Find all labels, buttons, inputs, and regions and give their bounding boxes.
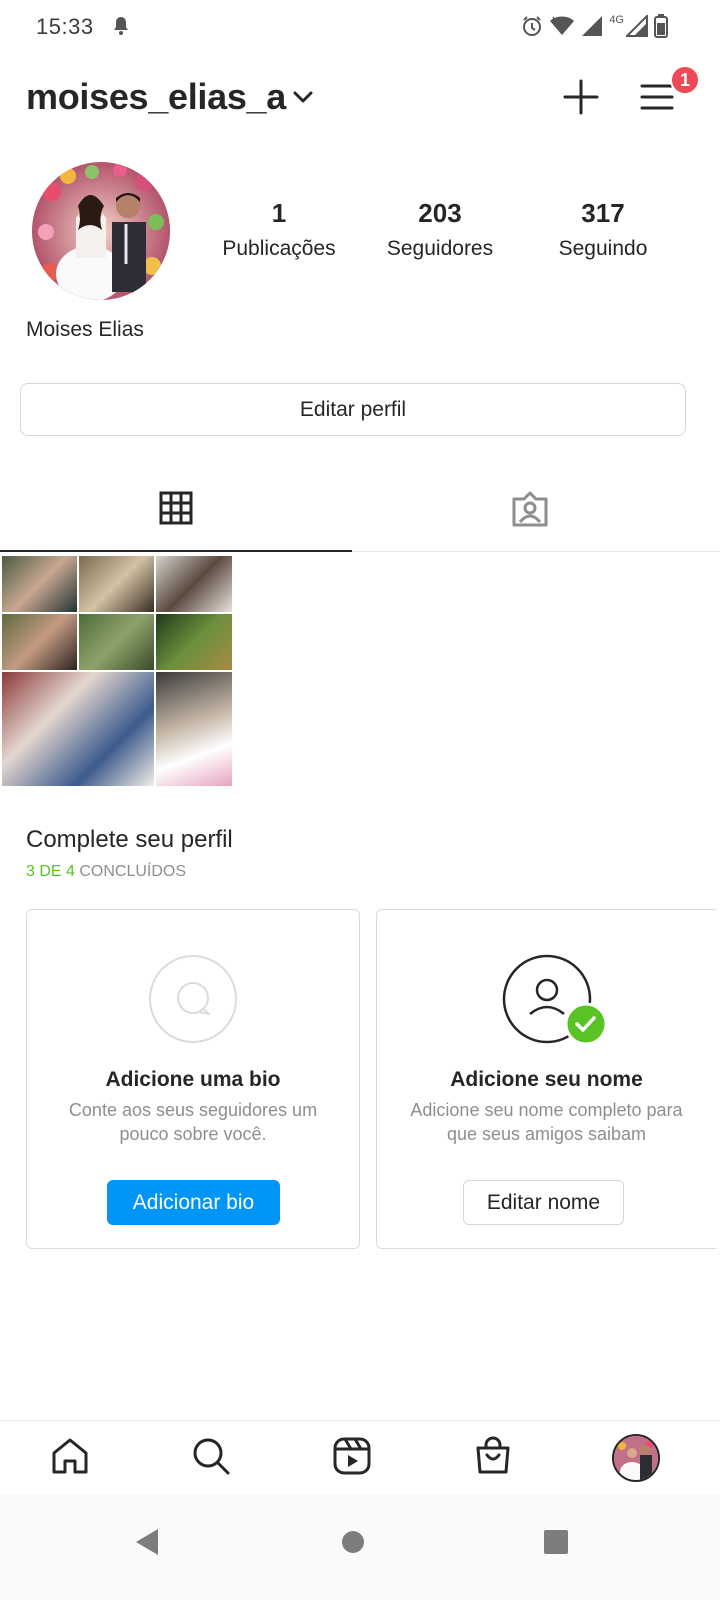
collage-photo (156, 672, 232, 786)
complete-profile-progress: 3 DE 4 CONCLUÍDOS (26, 863, 186, 881)
card-heading: Adicione seu nome (450, 1068, 643, 1091)
system-navigation (0, 1494, 720, 1600)
status-bar: 15:33 4G (0, 0, 720, 52)
card-text: Conte aos seus seguidores um pouco sobre… (68, 1100, 318, 1144)
profile-tabs (0, 470, 720, 552)
username[interactable]: moises_elias_a (26, 76, 286, 118)
edit-name-button[interactable]: Editar nome (463, 1180, 624, 1225)
add-bio-button[interactable]: Adicionar bio (107, 1180, 280, 1225)
plus-icon (563, 79, 599, 120)
stat-posts[interactable]: 1 Publicações (194, 198, 364, 261)
network-label: 4G (609, 14, 624, 26)
profile-header: moises_elias_a 1 (0, 62, 720, 132)
profile-stats: 1 Publicações 203 Seguidores 317 Seguind… (200, 198, 700, 278)
alarm-icon (521, 15, 543, 37)
nav-shop[interactable] (468, 1433, 518, 1483)
home-circle-icon (341, 1530, 365, 1559)
edit-profile-button[interactable]: Editar perfil (20, 383, 686, 436)
signal-icon-secondary (626, 15, 648, 37)
search-icon (191, 1436, 231, 1481)
grid-icon (159, 491, 193, 530)
shop-icon (473, 1436, 513, 1481)
create-button[interactable] (556, 74, 606, 124)
progress-label: CONCLUÍDOS (74, 863, 187, 880)
collage-photo (79, 556, 154, 612)
collage-photo (156, 556, 232, 612)
profile-avatar-small (612, 1434, 660, 1482)
collage-photo (2, 614, 77, 670)
display-name: Moises Elias (26, 318, 144, 341)
card-heading: Adicione uma bio (105, 1068, 281, 1091)
battery-icon (654, 14, 668, 38)
stat-label: Seguindo (558, 237, 648, 260)
menu-icon (640, 82, 674, 117)
signal-icon (581, 15, 603, 37)
back-icon (134, 1528, 160, 1561)
nav-search[interactable] (186, 1433, 236, 1483)
status-icons: 4G (521, 12, 668, 40)
stat-value: 203 (418, 198, 462, 228)
stat-label: Seguidores (386, 237, 494, 260)
bell-icon (112, 16, 130, 41)
card-text: Adicione seu nome completo para que seus… (410, 1100, 683, 1144)
collage-photo (79, 614, 154, 670)
home-system-button[interactable] (323, 1514, 383, 1574)
nav-profile[interactable] (611, 1433, 661, 1483)
notification-badge: 1 (670, 65, 700, 95)
stat-followers[interactable]: 203 Seguidores (355, 198, 525, 261)
tagged-icon (511, 491, 549, 532)
progress-done: 3 DE 4 (26, 863, 75, 880)
chevron-down-icon[interactable] (292, 90, 314, 109)
speech-bubble-icon (148, 954, 238, 1044)
nav-reels[interactable] (327, 1433, 377, 1483)
bottom-navigation (0, 1420, 720, 1494)
tab-tagged[interactable] (354, 470, 706, 552)
recents-icon (544, 1529, 568, 1559)
stat-label: Publicações (222, 237, 336, 260)
nav-home[interactable] (45, 1433, 95, 1483)
stat-value: 1 (271, 198, 287, 228)
collage-photo (156, 614, 232, 670)
post-thumbnail[interactable] (0, 554, 234, 788)
reels-icon (332, 1436, 372, 1481)
home-icon (50, 1436, 90, 1481)
complete-profile-card-bio: Adicione uma bio Conte aos seus seguidor… (26, 909, 360, 1249)
status-time: 15:33 (36, 14, 94, 39)
tab-posts-grid[interactable] (0, 470, 352, 552)
person-icon (502, 954, 607, 1046)
recents-button[interactable] (526, 1514, 586, 1574)
stat-value: 317 (581, 198, 625, 228)
collage-photo (2, 672, 154, 786)
wifi-icon (549, 15, 575, 37)
complete-profile-title: Complete seu perfil (26, 826, 233, 853)
profile-avatar[interactable] (32, 162, 170, 300)
collage-photo (2, 556, 77, 612)
stat-following[interactable]: 317 Seguindo (518, 198, 688, 261)
complete-profile-card-name: Adicione seu nome Adicione seu nome comp… (376, 909, 716, 1249)
back-button[interactable] (117, 1514, 177, 1574)
